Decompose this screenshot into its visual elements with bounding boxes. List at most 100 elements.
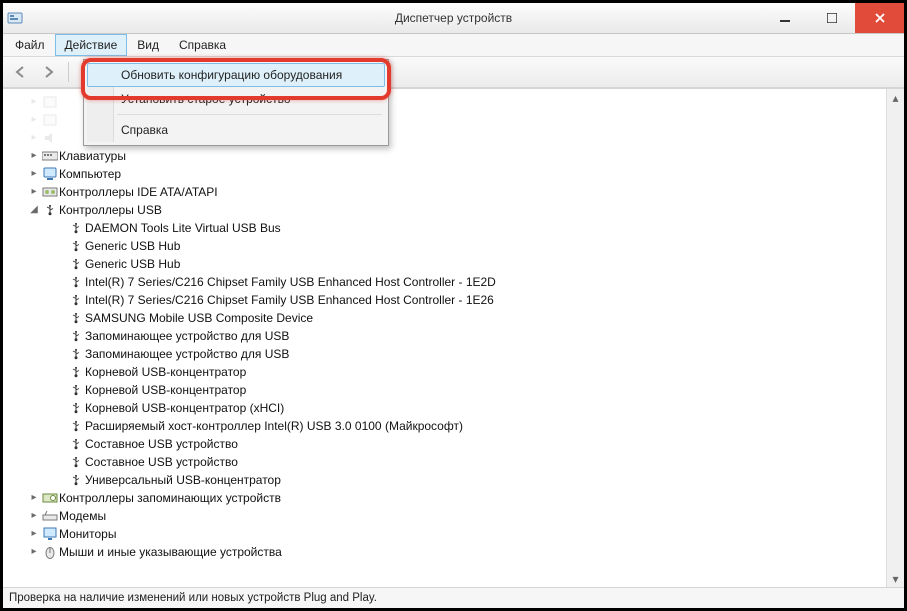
status-text: Проверка на наличие изменений или новых … bbox=[9, 592, 377, 604]
expand-icon[interactable]: ▸ bbox=[27, 547, 41, 557]
usb-icon bbox=[67, 420, 85, 432]
tree-node-label: SAMSUNG Mobile USB Composite Device bbox=[85, 311, 313, 325]
tree-item-usb[interactable]: Intel(R) 7 Series/C216 Chipset Family US… bbox=[9, 291, 886, 309]
mouse-icon bbox=[41, 545, 59, 559]
menu-file[interactable]: Файл bbox=[5, 34, 55, 56]
usb-icon bbox=[67, 330, 85, 342]
nav-back-button[interactable] bbox=[9, 60, 33, 84]
titlebar: Диспетчер устройств bbox=[3, 3, 904, 34]
storage-icon bbox=[41, 492, 59, 504]
tree-node-label: Составное USB устройство bbox=[85, 455, 238, 469]
tree-category-usb[interactable]: ◢ Контроллеры USB bbox=[9, 201, 886, 219]
app-icon bbox=[7, 10, 23, 26]
menu-item-add-legacy[interactable]: Установить старое устройство bbox=[87, 87, 385, 111]
tree-node-label: Запоминающее устройство для USB bbox=[85, 329, 289, 343]
tree-item-usb[interactable]: Составное USB устройство bbox=[9, 435, 886, 453]
nav-forward-button[interactable] bbox=[37, 60, 61, 84]
expand-icon[interactable]: ▸ bbox=[27, 115, 41, 125]
usb-icon bbox=[67, 474, 85, 486]
tree-item-usb[interactable]: Корневой USB-концентратор bbox=[9, 381, 886, 399]
keyboard-icon bbox=[41, 150, 59, 162]
usb-icon bbox=[67, 348, 85, 360]
usb-icon bbox=[67, 366, 85, 378]
tree-item-usb[interactable]: Generic USB Hub bbox=[9, 237, 886, 255]
expand-icon[interactable]: ▸ bbox=[27, 187, 41, 197]
expand-icon[interactable]: ▸ bbox=[27, 133, 41, 143]
action-dropdown: Обновить конфигурацию оборудования Устан… bbox=[83, 59, 389, 146]
scroll-down-button[interactable]: ▾ bbox=[887, 570, 904, 587]
tree-node-label: Intel(R) 7 Series/C216 Chipset Family US… bbox=[85, 293, 494, 307]
vertical-scrollbar[interactable]: ▴ ▾ bbox=[886, 89, 904, 587]
toolbar-separator bbox=[68, 62, 69, 82]
usb-icon bbox=[67, 222, 85, 234]
tree-node-label: Универсальный USB-концентратор bbox=[85, 473, 281, 487]
expand-icon[interactable]: ▸ bbox=[27, 151, 41, 161]
tree-node-label: Контроллеры USB bbox=[59, 203, 162, 217]
menubar: Файл Действие Вид Справка bbox=[3, 34, 904, 57]
usb-icon bbox=[67, 276, 85, 288]
tree-item-usb[interactable]: Корневой USB-концентратор bbox=[9, 363, 886, 381]
statusbar: Проверка на наличие изменений или новых … bbox=[3, 587, 904, 608]
usb-icon bbox=[67, 438, 85, 450]
device-manager-window: Диспетчер устройств Файл Действие Вид Сп… bbox=[0, 0, 907, 611]
expand-icon[interactable]: ▸ bbox=[27, 529, 41, 539]
tree-category[interactable]: ▸Мониторы bbox=[9, 525, 886, 543]
tree-item-usb[interactable]: Запоминающее устройство для USB bbox=[9, 327, 886, 345]
usb-icon bbox=[67, 294, 85, 306]
close-button[interactable] bbox=[855, 3, 904, 33]
menu-action[interactable]: Действие bbox=[55, 34, 128, 56]
dropdown-separator bbox=[117, 114, 382, 115]
tree-node-label: Мыши и иные указывающие устройства bbox=[59, 545, 282, 559]
tree-node-label: Контроллеры IDE ATA/ATAPI bbox=[59, 185, 218, 199]
tree-category[interactable]: ▸Компьютер bbox=[9, 165, 886, 183]
monitor-icon bbox=[41, 527, 59, 541]
tree-node-label: Расширяемый хост-контроллер Intel(R) USB… bbox=[85, 419, 463, 433]
tree-item-usb[interactable]: Составное USB устройство bbox=[9, 453, 886, 471]
maximize-button[interactable] bbox=[808, 3, 855, 33]
tree-item-usb[interactable]: Запоминающее устройство для USB bbox=[9, 345, 886, 363]
tree-node-label: Модемы bbox=[59, 509, 106, 523]
tree-category[interactable]: ▸ Клавиатуры bbox=[9, 147, 886, 165]
tree-node-label: Корневой USB-концентратор (xHCI) bbox=[85, 401, 284, 415]
tree-node-label: DAEMON Tools Lite Virtual USB Bus bbox=[85, 221, 281, 235]
tree-node-label: Составное USB устройство bbox=[85, 437, 238, 451]
tree-node-label: Generic USB Hub bbox=[85, 257, 180, 271]
tree-node-label: Корневой USB-концентратор bbox=[85, 365, 246, 379]
expand-icon[interactable]: ▸ bbox=[27, 511, 41, 521]
expand-icon[interactable]: ▸ bbox=[27, 493, 41, 503]
usb-icon bbox=[67, 240, 85, 252]
expand-icon[interactable]: ▸ bbox=[27, 97, 41, 107]
computer-icon bbox=[41, 167, 59, 181]
tree-item-usb[interactable]: Generic USB Hub bbox=[9, 255, 886, 273]
tree-node-label: Клавиатуры bbox=[59, 149, 126, 163]
tree-item-usb[interactable]: DAEMON Tools Lite Virtual USB Bus bbox=[9, 219, 886, 237]
tree-category[interactable]: ▸ Контроллеры IDE ATA/ATAPI bbox=[9, 183, 886, 201]
menu-help[interactable]: Справка bbox=[169, 34, 236, 56]
usb-icon bbox=[67, 384, 85, 396]
audio-icon bbox=[41, 132, 59, 144]
collapse-icon[interactable]: ◢ bbox=[27, 205, 41, 215]
usb-icon bbox=[67, 258, 85, 270]
menu-view[interactable]: Вид bbox=[127, 34, 169, 56]
tree-item-usb[interactable]: SAMSUNG Mobile USB Composite Device bbox=[9, 309, 886, 327]
tree-category[interactable]: ▸ Модемы bbox=[9, 507, 886, 525]
tree-item-usb[interactable]: Расширяемый хост-контроллер Intel(R) USB… bbox=[9, 417, 886, 435]
menu-item-help[interactable]: Справка bbox=[87, 118, 385, 142]
tree-node-label: Контроллеры запоминающих устройств bbox=[59, 491, 281, 505]
usb-icon bbox=[67, 312, 85, 324]
device-icon bbox=[41, 96, 59, 108]
tree-item-usb[interactable]: Универсальный USB-концентратор bbox=[9, 471, 886, 489]
device-tree[interactable]: ▸▸▸▸Клавиатуры▸Компьютер▸Контроллеры IDE… bbox=[3, 89, 886, 587]
device-icon bbox=[41, 114, 59, 126]
modem-icon bbox=[41, 510, 59, 522]
tree-item-usb[interactable]: Intel(R) 7 Series/C216 Chipset Family US… bbox=[9, 273, 886, 291]
menu-item-scan-hardware[interactable]: Обновить конфигурацию оборудования bbox=[87, 63, 385, 87]
tree-node-label: Intel(R) 7 Series/C216 Chipset Family US… bbox=[85, 275, 496, 289]
scroll-up-button[interactable]: ▴ bbox=[887, 89, 904, 106]
expand-icon[interactable]: ▸ bbox=[27, 169, 41, 179]
usb-icon bbox=[67, 402, 85, 414]
tree-item-usb[interactable]: Корневой USB-концентратор (xHCI) bbox=[9, 399, 886, 417]
tree-category[interactable]: ▸ Контроллеры запоминающих устройств bbox=[9, 489, 886, 507]
tree-category[interactable]: ▸ Мыши и иные указывающие устройства bbox=[9, 543, 886, 561]
minimize-button[interactable] bbox=[761, 3, 808, 33]
